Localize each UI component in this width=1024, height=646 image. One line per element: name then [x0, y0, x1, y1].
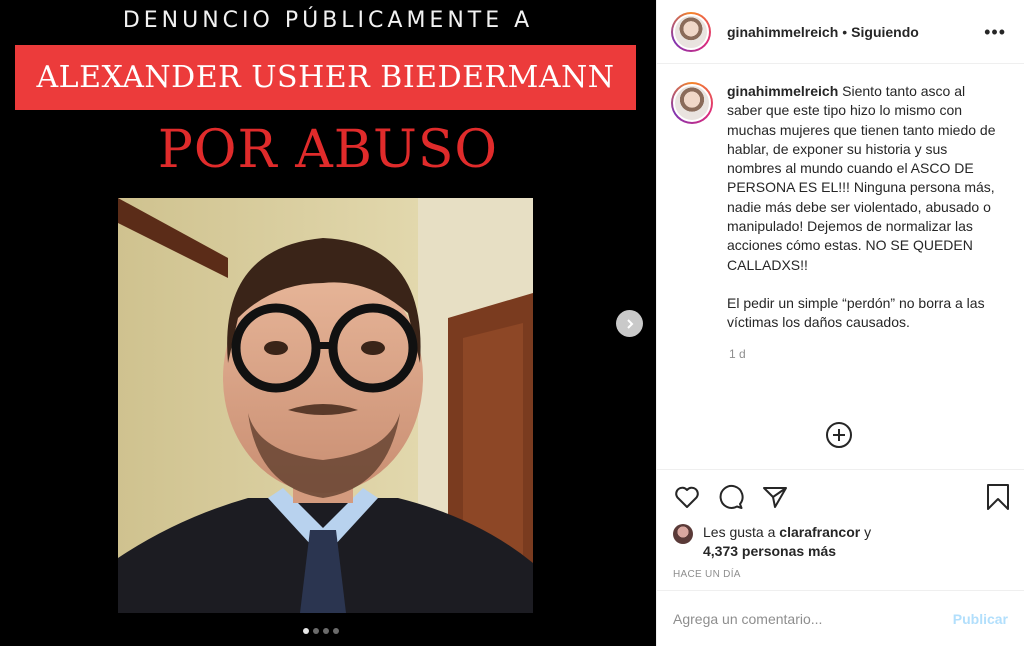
chevron-right-icon: [626, 318, 633, 329]
comments-area: ginahimmelreich Siento tanto asco al sab…: [657, 64, 1024, 469]
carousel-dot-1: [303, 628, 309, 634]
media-name-banner: ALEXANDER USHER BIEDERMANN: [15, 45, 636, 110]
liker-username[interactable]: clarafrancor: [779, 524, 860, 540]
share-button[interactable]: [761, 483, 789, 511]
comment-button[interactable]: [717, 483, 745, 511]
comment-icon: [719, 484, 744, 509]
publish-button[interactable]: Publicar: [953, 611, 1008, 627]
caption-paragraph-1: Siento tanto asco al saber que este tipo…: [727, 83, 996, 273]
caption-paragraph-2: El pedir un simple “perdón” no borra a l…: [727, 294, 985, 331]
carousel-next-button[interactable]: [616, 310, 643, 337]
save-button[interactable]: [986, 483, 1010, 516]
load-more-comments-button[interactable]: [826, 422, 852, 448]
comment-form: Publicar: [657, 590, 1024, 646]
share-icon: [763, 486, 787, 508]
comment-input[interactable]: [673, 610, 953, 627]
carousel-dot-4: [333, 628, 339, 634]
carousel-indicators: [303, 628, 339, 634]
carousel-dot-2: [313, 628, 319, 634]
follow-status[interactable]: Siguiendo: [851, 24, 919, 40]
post-header: ginahimmelreich • Siguiendo •••: [657, 0, 1024, 64]
like-button[interactable]: [673, 483, 701, 511]
caption-time: 1 d: [729, 346, 746, 361]
media-headline: POR ABUSO: [157, 120, 499, 180]
likes-summary: Les gusta a clarafrancor y 4,373 persona…: [657, 523, 1024, 561]
bookmark-icon: [987, 484, 1009, 510]
post-time-ago: HACE UN DÍA: [673, 569, 741, 580]
author-username[interactable]: ginahimmelreich: [727, 24, 838, 40]
caption: ginahimmelreich Siento tanto asco al sab…: [671, 82, 1008, 333]
likes-prefix: Les gusta a: [703, 524, 776, 540]
portrait-photo: [118, 198, 533, 613]
caption-username[interactable]: ginahimmelreich: [727, 83, 838, 99]
header-separator: •: [842, 23, 848, 40]
liker-avatar[interactable]: [673, 524, 693, 544]
caption-avatar[interactable]: [671, 82, 713, 124]
likes-others-link[interactable]: 4,373 personas más: [703, 543, 836, 559]
post-side-panel: ginahimmelreich • Siguiendo ••• ginahimm…: [656, 0, 1024, 646]
likes-joiner: y: [864, 524, 872, 540]
author-avatar[interactable]: [671, 11, 711, 52]
carousel-dot-3: [323, 628, 329, 634]
action-bar: [657, 469, 1024, 523]
caption-text: ginahimmelreich Siento tanto asco al sab…: [727, 82, 997, 333]
media-top-text: DENUNCIO PÚBLICAMENTE A: [122, 8, 534, 33]
heart-icon: [675, 486, 699, 508]
post-media: DENUNCIO PÚBLICAMENTE A ALEXANDER USHER …: [0, 0, 656, 646]
plus-circle-icon: [833, 429, 845, 441]
more-options-icon[interactable]: •••: [984, 22, 1006, 43]
instagram-post-modal: DENUNCIO PÚBLICAMENTE A ALEXANDER USHER …: [0, 0, 1024, 646]
